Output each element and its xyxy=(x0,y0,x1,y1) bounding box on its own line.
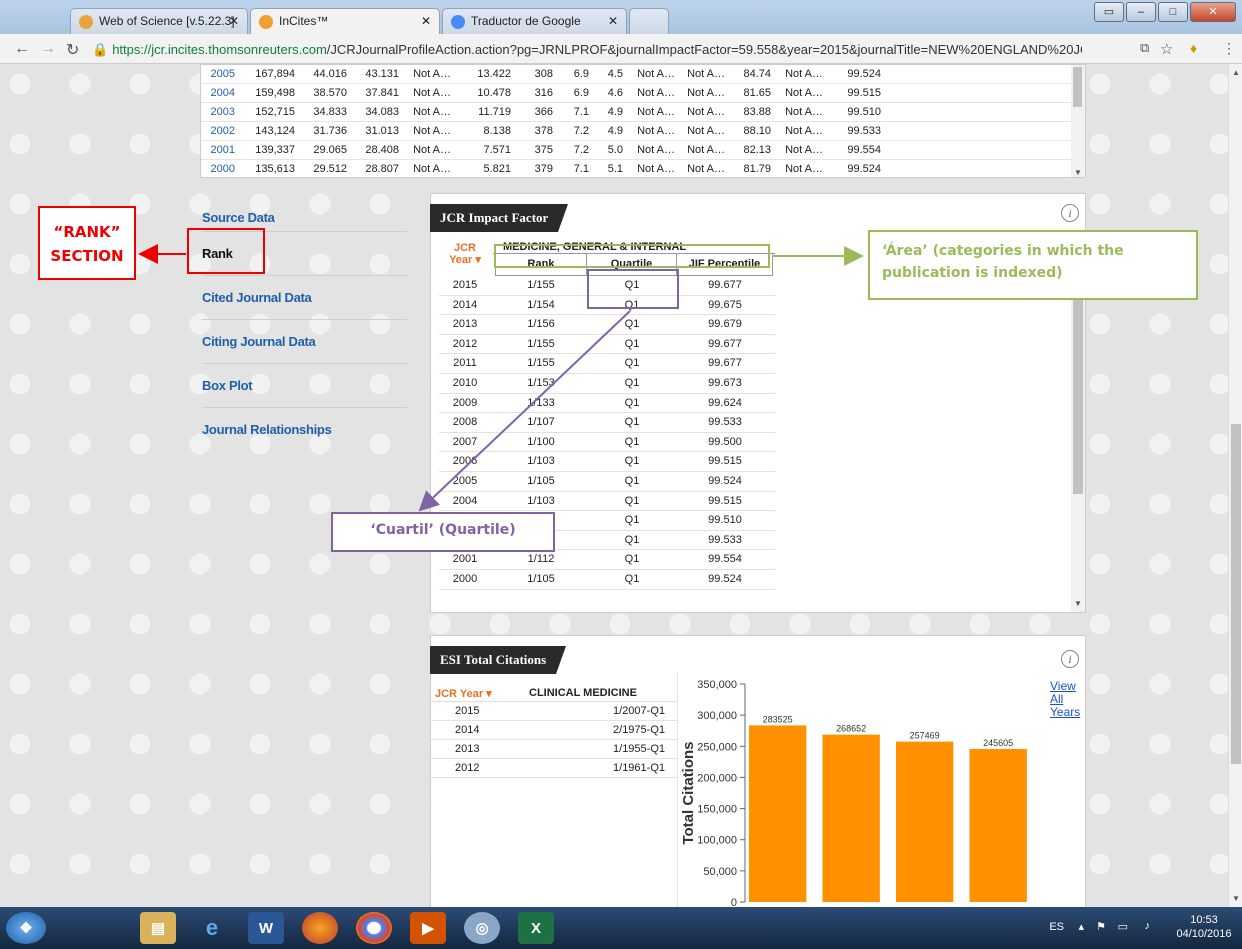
clock-time: 10:53 xyxy=(1190,914,1218,926)
media-player-icon[interactable]: ▶ xyxy=(410,912,446,944)
close-tab-icon[interactable]: ✕ xyxy=(229,14,239,28)
tab-label: InCites™ xyxy=(279,14,329,28)
page-content: 2005 167,894 44.016 43.131 Not A… 13.422 308 6.… xyxy=(0,64,1228,907)
reload-icon[interactable]: ↻ xyxy=(66,40,79,60)
word-icon[interactable]: W xyxy=(248,912,284,944)
tab-label: Traductor de Google xyxy=(471,14,581,28)
new-tab-button[interactable] xyxy=(629,8,669,34)
address-bar: ← → ↻ 🔒 https://jcr.incites.thomsonreuter… xyxy=(0,34,1242,64)
url-host: https://jcr.incites.thomsonreuters.com xyxy=(112,42,327,57)
scroll-down-icon[interactable]: ▼ xyxy=(1232,894,1240,903)
web-of-science-favicon-icon xyxy=(79,15,93,29)
tab-web-of-science[interactable]: Web of Science [v.5.22.3] ✕ xyxy=(70,8,248,34)
google-translate-favicon-icon xyxy=(451,15,465,29)
back-arrow-icon[interactable]: ← xyxy=(14,40,30,58)
internet-explorer-icon[interactable]: e xyxy=(194,912,230,944)
chrome-icon[interactable] xyxy=(356,912,392,944)
clock[interactable]: 10:53 04/10/2016 xyxy=(1174,913,1234,941)
url-path: /JCRJournalProfileAction.action?pg=JRNLP… xyxy=(326,42,1082,57)
translate-icon[interactable]: ⧉ xyxy=(1140,40,1149,56)
minimize-icon[interactable]: – xyxy=(1126,2,1156,22)
scrollbar-thumb[interactable] xyxy=(1231,424,1241,764)
scroll-up-icon[interactable]: ▲ xyxy=(1232,68,1240,77)
maximize-icon[interactable]: □ xyxy=(1158,2,1188,22)
file-explorer-icon[interactable]: ▤ xyxy=(140,912,176,944)
page-scrollbar[interactable]: ▲ ▼ xyxy=(1228,64,1242,907)
volume-icon[interactable]: ♪ xyxy=(1145,920,1151,932)
tab-traductor[interactable]: Traductor de Google ✕ xyxy=(442,8,627,34)
app-icon[interactable]: ◎ xyxy=(464,912,500,944)
restore-icon[interactable]: ▭ xyxy=(1094,2,1124,22)
lock-icon: 🔒 xyxy=(92,42,109,57)
bookmark-star-icon[interactable]: ☆ xyxy=(1160,40,1173,58)
tab-label: Web of Science [v.5.22.3] xyxy=(99,14,235,28)
excel-icon[interactable]: X xyxy=(518,912,554,944)
close-window-icon[interactable]: ✕ xyxy=(1190,2,1236,22)
flag-icon[interactable]: ⚑ xyxy=(1096,920,1106,933)
annotation-arrows xyxy=(138,244,864,512)
firefox-icon[interactable] xyxy=(302,912,338,944)
quartile-arrow xyxy=(418,310,631,512)
tab-incites[interactable]: InCites™ ✕ xyxy=(250,8,440,34)
menu-kebab-icon[interactable]: ⋮ xyxy=(1222,40,1236,57)
close-tab-icon[interactable]: ✕ xyxy=(608,14,618,28)
forward-arrow-icon[interactable]: → xyxy=(40,40,56,58)
incites-favicon-icon xyxy=(259,15,273,29)
url-field[interactable]: 🔒 https://jcr.incites.thomsonreuters.com/… xyxy=(92,39,1082,61)
close-tab-icon[interactable]: ✕ xyxy=(421,14,431,28)
browser-tab-bar: Web of Science [v.5.22.3] ✕ InCites™ ✕ T… xyxy=(0,0,1242,34)
window-controls: ▭ – □ ✕ xyxy=(1094,2,1236,22)
network-icon[interactable]: ▭ xyxy=(1118,920,1128,933)
language-indicator[interactable]: ES xyxy=(1049,921,1064,933)
start-button-icon[interactable]: ❖ xyxy=(6,912,46,944)
tray-expand-icon[interactable]: ▴ xyxy=(1078,920,1084,933)
clock-date: 04/10/2016 xyxy=(1176,928,1232,940)
windows-taskbar: ❖ ▤ e W ▶ ◎ X ES ▴ ⚑ ▭ ♪ 10:53 04/10/201… xyxy=(0,907,1242,949)
extension-icon[interactable]: ♦ xyxy=(1190,40,1197,56)
